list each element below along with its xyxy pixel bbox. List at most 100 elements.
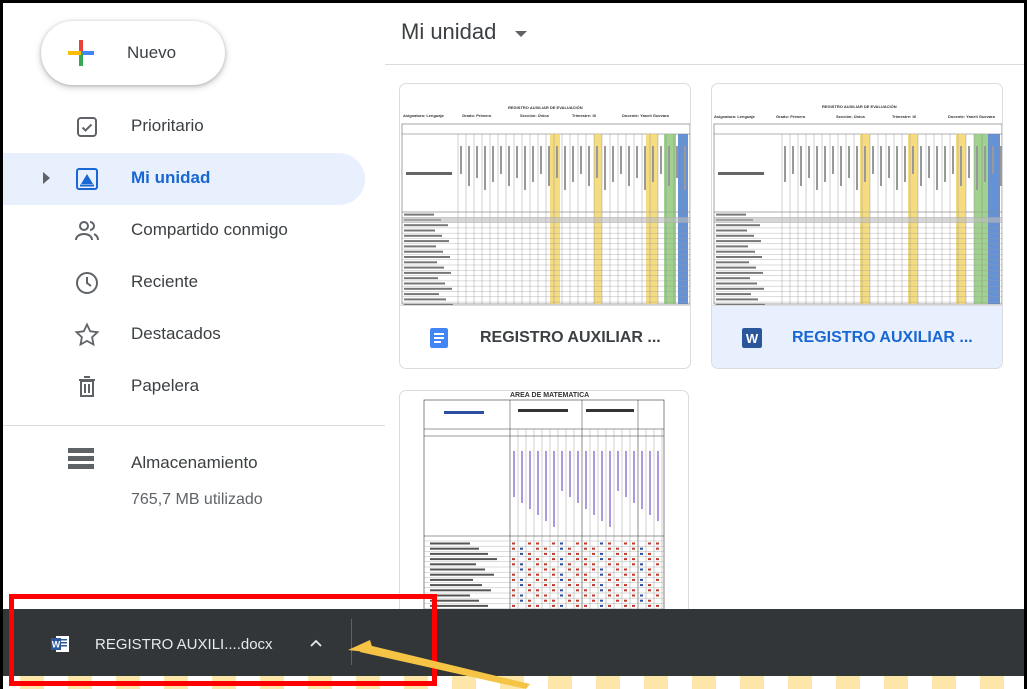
thumb-header-text — [808, 146, 810, 178]
thumb-header-text — [516, 146, 518, 178]
thumb-header-text — [537, 451, 539, 515]
thumb-header-text — [644, 146, 646, 190]
thumb-header-text — [569, 451, 571, 497]
new-button[interactable]: Nuevo — [41, 21, 225, 85]
decorative-stripe — [788, 676, 812, 689]
file-thumbnail: REGISTRO AUXILIAR DE EVALUACIÓN Asignatu… — [712, 84, 1002, 306]
thumb-cell-value — [560, 604, 563, 607]
thumb-cell-value — [536, 594, 539, 597]
sidebar-item-compartido[interactable]: Compartido conmigo — [3, 205, 365, 257]
thumb-cell-value — [584, 578, 587, 581]
storage-label[interactable]: Almacenamiento — [131, 453, 258, 473]
trash-icon — [79, 376, 95, 397]
thumb-cell-value — [624, 589, 627, 592]
page-title[interactable]: Mi unidad — [401, 19, 496, 45]
thumb-header-text — [601, 451, 603, 521]
thumb-row-text — [430, 573, 494, 576]
thumb-row-text — [430, 563, 476, 566]
thumb-cell-value — [648, 589, 651, 592]
decorative-stripe — [980, 676, 1004, 689]
thumb-cell-value — [584, 563, 587, 566]
thumb-cell-value — [576, 558, 579, 561]
thumb-cell-value — [552, 558, 555, 561]
file-card[interactable]: REGISTRO AUXILIAR DE EVALUACIÓN Asignatu… — [399, 83, 691, 369]
thumb-cell-value — [576, 542, 579, 545]
thumb-cell-value — [600, 568, 603, 571]
thumb-cell-value — [536, 558, 539, 561]
thumb-row-text — [430, 568, 485, 571]
thumb-header-text — [521, 451, 523, 503]
thumb-cell-value — [560, 542, 563, 545]
sidebar-nav: Prioritario Mi unidad Compartido conmigo — [3, 101, 365, 413]
thumb-cell-value — [624, 604, 627, 607]
thumb-cell-value — [600, 573, 603, 576]
thumb-cell-value — [568, 594, 571, 597]
thumb-header-text — [444, 411, 484, 414]
thumb-header-text — [540, 146, 542, 174]
thumb-row-text — [430, 558, 497, 561]
sidebar-item-reciente[interactable]: Reciente — [3, 257, 365, 309]
thumb-grid-line — [423, 399, 665, 619]
expand-arrow-icon[interactable] — [43, 172, 50, 184]
thumb-cell-value — [624, 568, 627, 571]
thumb-cell-value — [608, 589, 611, 592]
svg-text:W: W — [746, 331, 759, 346]
thumb-row-text — [404, 293, 439, 296]
thumb-cell-value — [576, 604, 579, 607]
thumb-header-text — [657, 451, 659, 521]
thumb-row-text — [430, 547, 479, 550]
thumb-cell-value — [592, 578, 595, 581]
thumb-cell-value — [528, 573, 531, 576]
thumb-cell-value — [536, 563, 539, 566]
thumb-row-text — [716, 250, 755, 253]
thumb-header-text — [545, 451, 547, 521]
thumb-cell-value — [560, 573, 563, 576]
thumb-cell-value — [592, 584, 595, 587]
sidebar-item-papelera[interactable]: Papelera — [3, 361, 365, 413]
thumb-cell-value — [632, 578, 635, 581]
thumb-header-text — [896, 146, 898, 190]
thumb-cell-value — [640, 594, 643, 597]
thumb-header: Docente: Yaneli Guevara — [622, 113, 669, 118]
thumb-cell-value — [648, 599, 651, 602]
thumb-cell-value — [576, 599, 579, 602]
thumb-cell-value — [552, 604, 555, 607]
thumb-header-text — [824, 146, 826, 182]
clock-icon — [76, 272, 98, 294]
thumb-cell-value — [568, 552, 571, 555]
decorative-stripe — [596, 676, 620, 689]
thumb-row-text — [404, 245, 436, 248]
thumb-cell-value — [528, 599, 531, 602]
thumb-cell-value — [576, 589, 579, 592]
thumb-cell-value — [616, 578, 619, 581]
thumb-header-text — [460, 146, 462, 174]
thumb-cell-value — [656, 594, 659, 597]
thumb-cell-value — [648, 552, 651, 555]
thumb-header: Trimestre: III — [572, 113, 596, 118]
thumb-cell-value — [648, 558, 651, 561]
thumb-cell-value — [584, 558, 587, 561]
thumb-row-text — [404, 256, 450, 258]
thumb-cell-value — [560, 594, 563, 597]
sidebar-item-mi-unidad[interactable]: Mi unidad — [3, 153, 365, 205]
thumb-header-text — [561, 451, 563, 491]
dropdown-caret-icon[interactable] — [515, 31, 527, 37]
decorative-stripe — [548, 676, 572, 689]
sidebar-item-label: Reciente — [131, 272, 199, 291]
thumb-cell-value — [632, 563, 635, 566]
file-card[interactable]: AREA DE MATEMATICA — [399, 390, 689, 620]
thumb-header: Docente: Yaneli Guevara — [948, 114, 995, 119]
thumb-cell-value — [520, 563, 523, 566]
file-card-selected[interactable]: REGISTRO AUXILIAR DE EVALUACIÓN Asignatu… — [711, 83, 1003, 369]
thumb-row-text — [430, 584, 482, 587]
sidebar-item-destacados[interactable]: Destacados — [3, 309, 365, 361]
thumb-cell-value — [512, 542, 515, 545]
thumb-cell-value — [512, 578, 515, 581]
thumb-cell-value — [640, 599, 643, 602]
thumb-cell-value — [616, 594, 619, 597]
thumb-cell-value — [608, 604, 611, 607]
sidebar-item-prioritario[interactable]: Prioritario — [3, 101, 365, 153]
new-button-label: Nuevo — [127, 43, 177, 62]
thumb-cell-value — [528, 552, 531, 555]
thumb-row-text — [404, 229, 435, 232]
